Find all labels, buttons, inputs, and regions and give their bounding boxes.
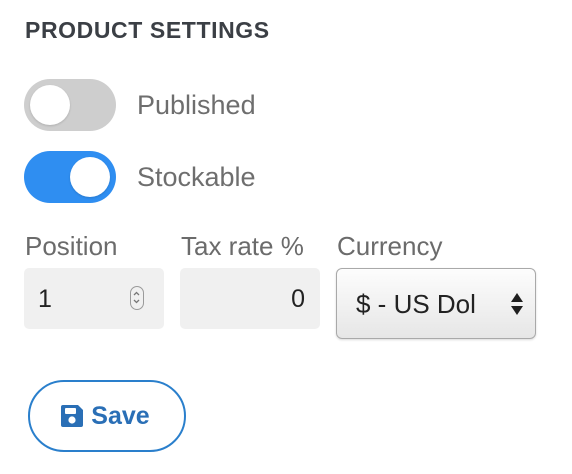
section-title: PRODUCT SETTINGS bbox=[25, 17, 270, 43]
published-toggle[interactable] bbox=[24, 79, 116, 131]
toggle-knob bbox=[30, 85, 70, 125]
position-input[interactable]: 1 bbox=[24, 268, 164, 329]
toggle-knob bbox=[70, 157, 110, 197]
save-label: Save bbox=[91, 401, 150, 430]
stockable-toggle-row: Stockable bbox=[24, 151, 256, 203]
up-down-stepper-icon[interactable] bbox=[130, 286, 144, 310]
stockable-toggle[interactable] bbox=[24, 151, 116, 203]
floppy-disk-icon bbox=[61, 405, 84, 427]
sort-arrows-icon bbox=[511, 293, 523, 315]
tax-rate-value: 0 bbox=[291, 285, 305, 313]
published-label: Published bbox=[137, 89, 256, 120]
save-button[interactable]: Save bbox=[28, 380, 186, 452]
position-label: Position bbox=[25, 231, 118, 261]
tax-rate-label: Tax rate % bbox=[181, 231, 304, 261]
currency-select[interactable]: $ - US Dol bbox=[336, 268, 536, 339]
published-toggle-row: Published bbox=[24, 79, 256, 131]
currency-label: Currency bbox=[337, 231, 443, 261]
tax-rate-input[interactable]: 0 bbox=[180, 268, 320, 329]
currency-selected-value: $ - US Dol bbox=[356, 289, 476, 319]
position-value: 1 bbox=[38, 285, 52, 313]
stockable-label: Stockable bbox=[137, 161, 256, 192]
